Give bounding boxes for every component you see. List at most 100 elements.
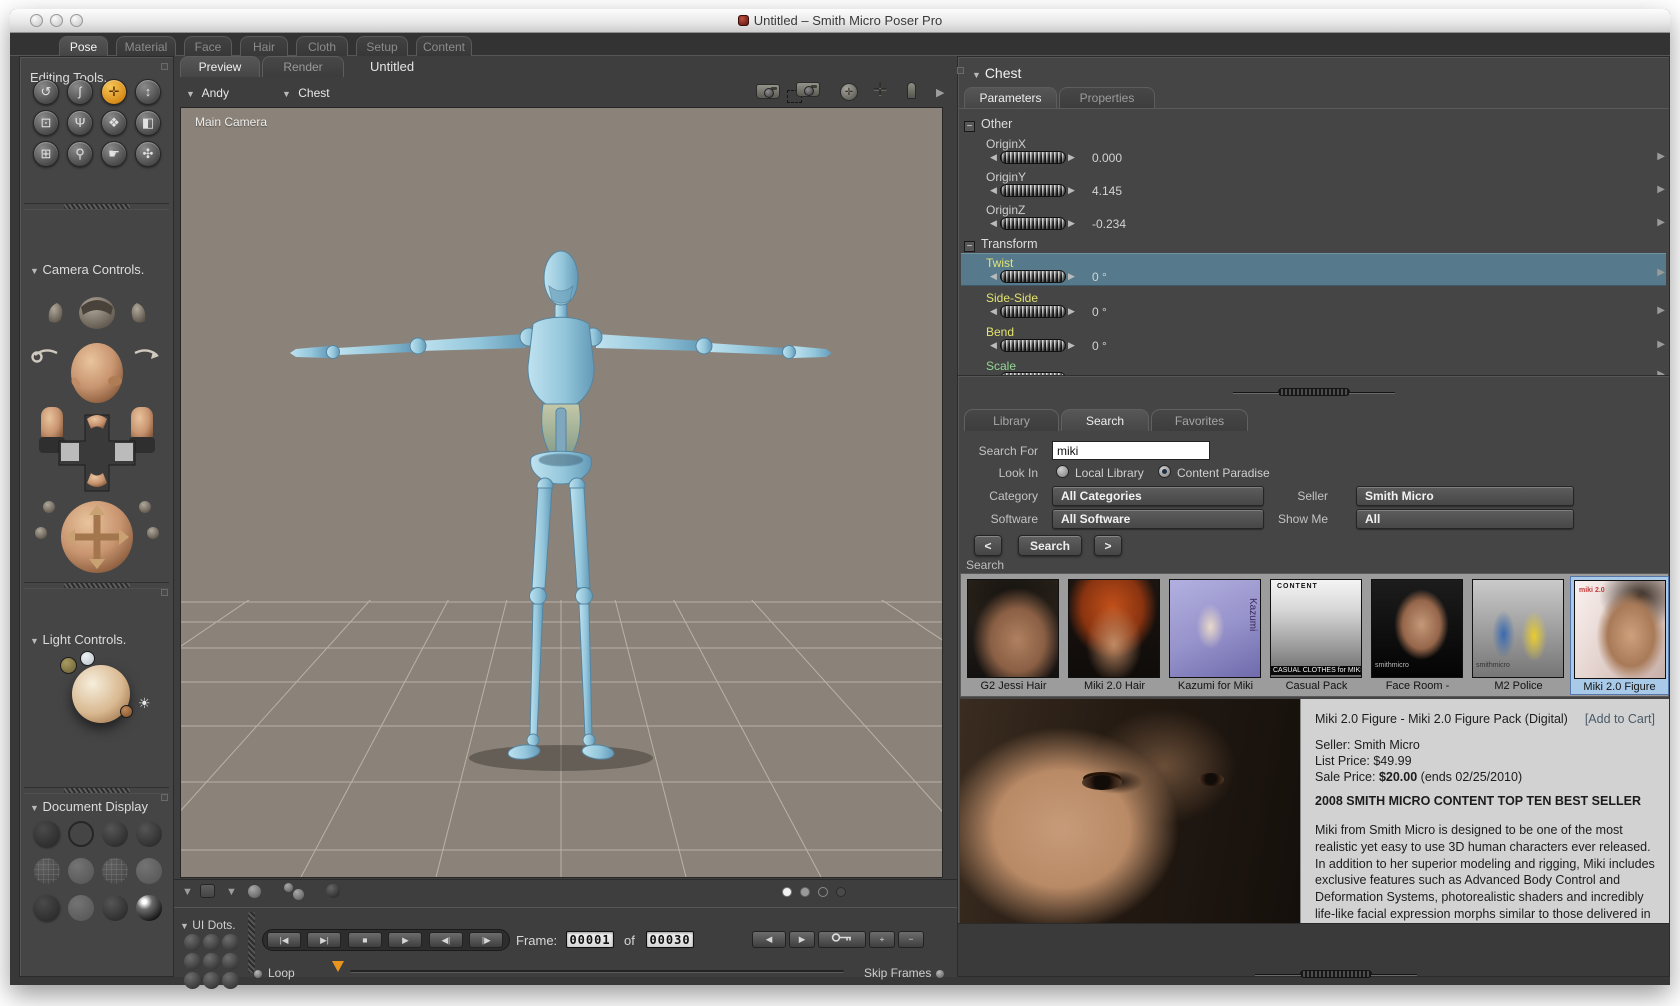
param-options-arrow-icon[interactable]: ▶ (1657, 305, 1665, 316)
param-options-arrow-icon[interactable]: ▶ (1657, 184, 1665, 195)
tab-favorites[interactable]: Favorites (1151, 409, 1248, 431)
tracking-box-icon[interactable] (818, 887, 828, 897)
ball-widget-icon[interactable] (248, 885, 261, 898)
tab-render[interactable]: Render (262, 56, 344, 77)
tab-search[interactable]: Search (1061, 409, 1149, 431)
move-view-cross-icon[interactable]: ✛ (873, 80, 887, 100)
face-camera-icon[interactable] (79, 297, 115, 329)
scene-canvas[interactable] (181, 108, 942, 877)
step-back-button[interactable]: ◀| (428, 932, 463, 948)
param-value[interactable]: -0.234 (1092, 217, 1126, 231)
camera-dot-icon[interactable] (147, 527, 159, 539)
content-paradise-radio-label[interactable]: Content Paradise (1177, 466, 1270, 480)
add-frames-button[interactable]: + (869, 931, 895, 948)
ball-widget-icon[interactable] (293, 889, 304, 900)
display-style-smooth-lined-icon[interactable] (68, 895, 94, 921)
prev-page-button[interactable]: < (974, 535, 1002, 556)
first-frame-button[interactable]: |◀ (267, 932, 301, 948)
divider-grip-icon[interactable] (63, 583, 130, 588)
product-thumbnail[interactable]: CONTENT CASUAL CLOTHES for MIKI (1270, 579, 1362, 678)
result-casual-pack[interactable]: CONTENT CASUAL CLOTHES for MIKI Casual P… (1267, 576, 1366, 695)
seller-dropdown[interactable]: Smith Micro (1356, 486, 1574, 506)
originz-dial[interactable]: ◀ ▶ (990, 217, 1080, 231)
magnify-tool-icon[interactable]: ⚲ (67, 141, 93, 167)
product-thumbnail[interactable] (967, 579, 1059, 678)
stop-button[interactable]: ■ (347, 932, 382, 948)
color-tool-icon[interactable]: ◧ (135, 110, 161, 136)
tab-pose[interactable]: Pose (59, 36, 108, 56)
param-value[interactable]: 0 ° (1092, 305, 1107, 319)
display-style-sketch-icon[interactable] (136, 895, 162, 921)
param-value[interactable]: 4.145 (1092, 184, 1122, 198)
param-value[interactable]: 0 ° (1092, 339, 1107, 353)
result-g2-jessi-hair[interactable]: G2 Jessi Hair (964, 576, 1063, 695)
grouping-tool-icon[interactable]: ⊞ (33, 141, 59, 167)
play-button[interactable]: ▶ (388, 932, 423, 948)
disclosure-triangle-icon[interactable]: ▼ (30, 266, 39, 276)
tab-hair[interactable]: Hair (240, 36, 288, 56)
divider-grip-icon[interactable] (63, 204, 130, 209)
taper-tool-icon[interactable]: Ψ (67, 110, 93, 136)
rotate-view-trackball-icon[interactable]: ✛ (840, 83, 858, 101)
search-button[interactable]: Search (1018, 535, 1082, 556)
camera-controls-widget[interactable] (27, 285, 167, 575)
tab-face[interactable]: Face (184, 36, 232, 56)
element-menu[interactable]: ▼ Chest (282, 86, 330, 100)
display-style-smooth-shaded-icon[interactable] (34, 895, 60, 921)
local-library-radio-label[interactable]: Local Library (1075, 466, 1144, 480)
ui-dot[interactable] (203, 972, 220, 989)
palette-collapse-icon[interactable] (161, 63, 168, 70)
prev-key-button[interactable]: ◀ (752, 931, 786, 948)
total-frames-counter[interactable]: 00030 (646, 931, 694, 948)
tab-parameters[interactable]: Parameters (964, 87, 1057, 108)
result-face-room[interactable]: smithmicro Face Room - (1368, 576, 1467, 695)
display-style-flat-lined-icon[interactable] (102, 858, 128, 884)
head-camera-icon[interactable] (71, 343, 123, 403)
tab-properties[interactable]: Properties (1059, 87, 1155, 108)
actor-menu[interactable]: ▼ Andy (186, 86, 229, 100)
shadow-menu-icon[interactable]: ▼ (226, 886, 237, 898)
param-options-arrow-icon[interactable]: ▶ (1657, 267, 1665, 278)
light-indicator-icon[interactable] (907, 82, 916, 99)
chain-break-tool-icon[interactable]: ☛ (101, 141, 127, 167)
light-controls-widget[interactable] (58, 651, 148, 737)
palette-collapse-icon[interactable] (161, 794, 168, 801)
title-bar[interactable]: Untitled – Smith Micro Poser Pro (10, 9, 1670, 33)
translate-inout-tool-icon[interactable]: ↕ (135, 79, 161, 105)
param-options-arrow-icon[interactable]: ▶ (1657, 339, 1665, 350)
morphing-tool-icon[interactable]: ❖ (101, 110, 127, 136)
light-dot-icon[interactable] (120, 705, 133, 718)
tab-setup[interactable]: Setup (356, 36, 408, 56)
result-miki-20-figure-selected[interactable]: miki 2.0 Miki 2.0 Figure (1570, 576, 1669, 695)
disclosure-triangle-icon[interactable]: ▼ (30, 636, 39, 646)
side-side-dial[interactable]: ◀ ▶ (990, 305, 1080, 319)
light-dot-icon[interactable] (80, 651, 95, 666)
next-page-button[interactable]: > (1094, 535, 1122, 556)
view-magnifier-tool-icon[interactable]: ✣ (135, 141, 161, 167)
bend-dial[interactable]: ◀ ▶ (990, 339, 1080, 353)
camera-view-alt-icon[interactable] (796, 82, 820, 97)
tracking-dark-icon[interactable] (836, 887, 846, 897)
add-to-cart-link[interactable]: [Add to Cart] (1585, 712, 1655, 726)
ui-dot[interactable] (203, 934, 220, 951)
dolly-cross-control[interactable] (58, 414, 136, 492)
ui-dot[interactable] (203, 953, 220, 970)
search-input[interactable] (1052, 441, 1210, 460)
show-me-dropdown[interactable]: All (1356, 509, 1574, 529)
panel-divider-grip[interactable] (248, 912, 255, 973)
result-miki-20-hair[interactable]: Miki 2.0 Hair (1065, 576, 1164, 695)
viewport[interactable]: Main Camera (180, 107, 943, 878)
add-keyframe-button[interactable] (818, 931, 866, 948)
param-options-arrow-icon[interactable]: ▶ (1657, 151, 1665, 162)
tab-preview[interactable]: Preview (180, 56, 260, 77)
disclosure-triangle-icon[interactable]: ▼ (972, 70, 981, 80)
next-key-button[interactable]: ▶ (789, 931, 815, 948)
camera-name-label[interactable]: Main Camera (195, 115, 267, 129)
tab-content[interactable]: Content (416, 36, 472, 56)
twist-dial[interactable]: ◀ ▶ (990, 270, 1080, 284)
product-thumbnail[interactable]: smithmicro (1472, 579, 1564, 678)
display-style-texture-shaded-icon[interactable] (102, 895, 128, 921)
param-value[interactable]: 0 ° (1092, 270, 1107, 284)
disclosure-triangle-icon[interactable]: ▼ (180, 921, 189, 931)
display-style-flat-shaded-icon[interactable] (68, 858, 94, 884)
